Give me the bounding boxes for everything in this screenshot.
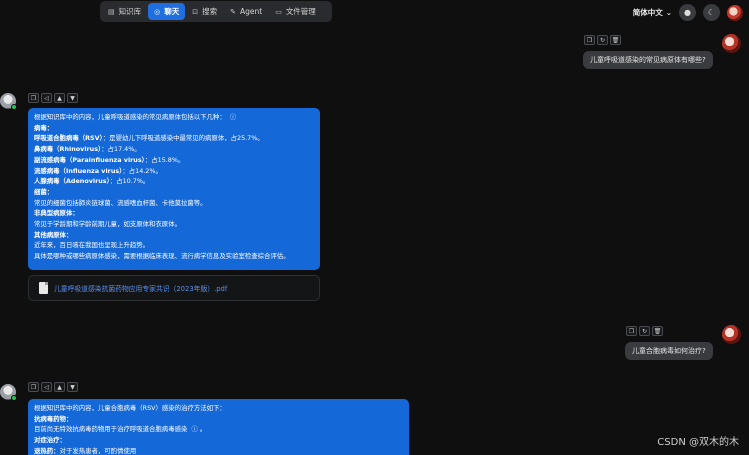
tab-label: 知识库 — [118, 7, 142, 16]
bold-term: 呼吸道合胞病毒（RSV） — [34, 134, 103, 143]
section-heading: 其他病原体： — [34, 230, 73, 239]
language-label: 简体中文 — [632, 8, 663, 17]
content-line: 呼吸道合胞病毒（RSV）：是婴幼儿下呼吸道感染中最常见的病原体，占25.7%。 — [34, 133, 314, 144]
user-message: 儿童合胞病毒如何治疗? — [625, 342, 713, 360]
content-line: 目前尚无特效抗病毒药物用于治疗呼吸道合胞病毒感染 ⓘ 。 — [34, 424, 207, 435]
thumbs-down-icon[interactable]: ▼ — [67, 382, 78, 392]
content-line: 副流感病毒（Parainfluenza virus）：占15.8%。 — [34, 155, 314, 166]
message-actions: ❐ ◁ ▲ ▼ — [28, 382, 78, 392]
message-actions: ❐ ↻ 🗑 — [626, 326, 663, 336]
tab-label: 搜索 — [202, 7, 218, 16]
section-heading: 对症治疗： — [34, 436, 66, 445]
thumbs-up-icon[interactable]: ▲ — [54, 93, 65, 103]
chevron-down-icon: ⌄ — [665, 8, 672, 17]
tab-search[interactable]: ⊡ 搜索 — [186, 3, 223, 20]
regenerate-icon[interactable]: ↻ — [597, 35, 608, 45]
language-select[interactable]: 简体中文 ⌄ — [633, 7, 672, 18]
online-status-dot — [11, 104, 17, 110]
github-icon[interactable]: ● — [679, 4, 696, 21]
section-heading: 抗病毒药物： — [34, 414, 73, 423]
bold-term: 退热药： — [34, 446, 60, 455]
regenerate-icon[interactable]: ↻ — [639, 326, 650, 336]
reference-file-link[interactable]: 儿童呼吸道感染抗菌药物应用专家共识（2023年版）.pdf — [54, 283, 227, 293]
term-detail: ：占14.2%。 — [122, 166, 162, 175]
tab-knowledge-base[interactable]: ▤ 知识库 — [102, 3, 147, 20]
section-heading: 病毒： — [34, 123, 54, 132]
copy-icon[interactable]: ❐ — [626, 326, 637, 336]
term-detail: ：占15.8%。 — [144, 155, 185, 164]
thumbs-up-icon[interactable]: ▲ — [54, 382, 65, 392]
section-heading: 非典型病原体： — [34, 209, 79, 218]
content-line: 常见于学龄期和学龄前期儿童，如支原体和衣原体。 — [34, 220, 181, 229]
book-icon: ▤ — [108, 7, 115, 16]
section-heading: 细菌： — [34, 187, 54, 196]
user-avatar — [722, 325, 741, 344]
agent-icon: ✎ — [230, 7, 236, 16]
bold-term: 流感病毒（Influenza virus） — [34, 166, 123, 175]
user-message: 儿童呼吸道感染的常见病原体有哪些? — [583, 51, 713, 69]
content-line: 退热药：对于发热患者，可酌情使用 — [34, 446, 403, 455]
bot-intro: 根据知识库中的内容，儿童呼吸道感染的常见病原体包括以下几种： — [34, 113, 226, 121]
user-avatar — [722, 34, 741, 53]
term-detail: ：是婴幼儿下呼吸道感染中最常见的病原体，占25.7%。 — [102, 134, 264, 143]
user-avatar-header[interactable] — [727, 4, 743, 21]
tab-label: 聊天 — [164, 7, 180, 16]
content-line: 常见的细菌包括肺炎链球菌、流感嗜血杆菌、卡他莫拉菌等。 — [34, 198, 207, 207]
search-icon: ⊡ — [192, 7, 199, 16]
term-detail: ：占10.7%。 — [109, 177, 150, 186]
term-detail: 对于发热患者，可酌情使用 — [59, 446, 137, 455]
chat-icon: ◎ — [154, 7, 161, 16]
delete-icon[interactable]: 🗑 — [610, 35, 621, 45]
bold-term: 鼻病毒（Rhinovirus） — [34, 145, 102, 154]
bot-avatar — [0, 93, 17, 110]
bold-term: 副流感病毒（Parainfluenza virus） — [34, 155, 145, 164]
file-icon — [39, 282, 48, 294]
speaker-icon[interactable]: ◁ — [41, 382, 52, 392]
bold-term: 人腺病毒（Adenovirus） — [34, 177, 110, 186]
top-navigation: ▤ 知识库 ◎ 聊天 ⊡ 搜索 ✎ Agent ▭ 文件管理 — [100, 1, 332, 22]
reference-file-card[interactable]: 儿童呼吸道感染抗菌药物应用专家共识（2023年版）.pdf — [28, 275, 320, 301]
content-line: 鼻病毒（Rhinovirus）：占17.4%。 — [34, 144, 314, 155]
theme-toggle-icon[interactable]: ☾ — [703, 4, 720, 21]
message-actions: ❐ ◁ ▲ ▼ — [28, 93, 78, 103]
online-status-dot — [11, 395, 17, 401]
tab-label: Agent — [239, 7, 263, 16]
term-detail: ：占17.4%。 — [101, 145, 141, 154]
content-line: 具体是哪种或哪些病原体感染，需要根据临床表现、流行病学信息及实验室检查综合评估。 — [34, 252, 290, 261]
content-line: 人腺病毒（Adenovirus）：占10.7%。 — [34, 176, 314, 187]
bot-intro: 根据知识库中的内容，儿童合胞病毒（RSV）感染的治疗方法如下： — [34, 404, 226, 412]
tab-agent[interactable]: ✎ Agent — [224, 3, 268, 20]
bot-avatar — [0, 384, 17, 401]
chat-app: ▤ 知识库 ◎ 聊天 ⊡ 搜索 ✎ Agent ▭ 文件管理 简体中文 ⌄ ● … — [0, 0, 749, 455]
content-line: 近年来，百日咳在我国也呈现上升趋势。 — [34, 241, 150, 250]
thumbs-down-icon[interactable]: ▼ — [67, 93, 78, 103]
copy-icon[interactable]: ❐ — [28, 382, 39, 392]
header-right: 简体中文 ⌄ ● ☾ — [633, 4, 743, 21]
speaker-icon[interactable]: ◁ — [41, 93, 52, 103]
copy-icon[interactable]: ❐ — [584, 35, 595, 45]
bot-intro-line: 根据知识库中的内容，儿童呼吸道感染的常见病原体包括以下几种： ⓘ — [34, 112, 314, 123]
info-icon[interactable]: ⓘ — [230, 112, 237, 123]
bot-message: 根据知识库中的内容，儿童呼吸道感染的常见病原体包括以下几种： ⓘ 病毒： 呼吸道合… — [28, 108, 320, 270]
tab-chat[interactable]: ◎ 聊天 — [148, 3, 186, 20]
watermark: CSDN @双木的木 — [657, 437, 739, 448]
info-icon[interactable]: ⓘ — [191, 424, 198, 435]
copy-icon[interactable]: ❐ — [28, 93, 39, 103]
message-actions: ❐ ↻ 🗑 — [584, 35, 621, 45]
tab-file-management[interactable]: ▭ 文件管理 — [269, 3, 322, 20]
delete-icon[interactable]: 🗑 — [652, 326, 663, 336]
folder-icon: ▭ — [275, 7, 282, 16]
content-text: 目前尚无特效抗病毒药物用于治疗呼吸道合胞病毒感染 — [34, 425, 188, 434]
content-line: 流感病毒（Influenza virus）：占14.2%。 — [34, 166, 314, 177]
tab-label: 文件管理 — [285, 7, 316, 16]
bot-message: 根据知识库中的内容，儿童合胞病毒（RSV）感染的治疗方法如下： 抗病毒药物： 目… — [28, 399, 409, 455]
